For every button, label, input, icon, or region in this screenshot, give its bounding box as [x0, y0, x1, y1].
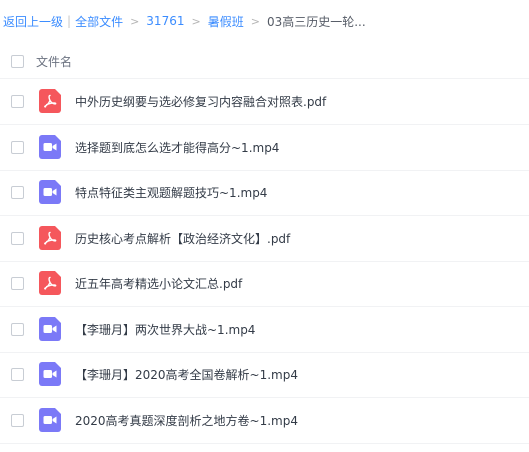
file-name[interactable]: 【李珊月】两次世界大战~1.mp4 [75, 321, 255, 338]
video-icon [39, 180, 61, 204]
breadcrumb-current: 03高三历史一轮... [266, 14, 366, 29]
video-icon [39, 134, 61, 159]
select-all-checkbox[interactable] [11, 55, 24, 68]
file-row[interactable]: 特点特征类主观题解题技巧~1.mp4 [0, 170, 529, 216]
file-row-checkbox[interactable] [11, 231, 24, 245]
back-link[interactable]: 返回上一级 [3, 13, 63, 30]
video-icon [39, 362, 61, 386]
chevron-right-icon: > [191, 14, 201, 28]
breadcrumb: 返回上一级 | 全部文件 > 31761 > 暑假班 > 03高三历史一轮... [3, 11, 366, 31]
file-row-checkbox[interactable] [11, 140, 24, 154]
breadcrumb-item-folder[interactable]: 31761 [146, 14, 184, 28]
file-row[interactable]: 【李珊月】两次世界大战~1.mp4 [0, 307, 529, 353]
file-name[interactable]: 选择题到底怎么选才能得高分~1.mp4 [75, 139, 279, 156]
file-name[interactable]: 特点特征类主观题解题技巧~1.mp4 [75, 184, 267, 201]
file-row-checkbox[interactable] [11, 413, 24, 427]
file-browser: 返回上一级 | 全部文件 > 31761 > 暑假班 > 03高三历史一轮...… [0, 0, 529, 452]
file-name[interactable]: 近五年高考精选小论文汇总.pdf [75, 275, 242, 292]
breadcrumb-divider: | [67, 14, 72, 28]
file-name[interactable]: 2020高考真题深度剖析之地方卷~1.mp4 [75, 412, 298, 429]
file-row-checkbox[interactable] [11, 95, 24, 108]
file-name[interactable]: 中外历史纲要与选必修复习内容融合对照表.pdf [75, 93, 326, 110]
video-icon [39, 407, 61, 432]
column-header-filename[interactable]: 文件名 [36, 53, 72, 70]
chevron-right-icon: > [130, 14, 140, 28]
pdf-icon [39, 271, 61, 295]
file-row[interactable]: 历史核心考点解析【政治经济文化】.pdf [0, 216, 529, 262]
file-row[interactable]: 中外历史纲要与选必修复习内容融合对照表.pdf [0, 79, 529, 125]
file-row[interactable]: 2020高考真题深度剖析之地方卷~1.mp4 [0, 398, 529, 444]
file-name[interactable]: 【李珊月】2020高考全国卷解析~1.mp4 [75, 366, 298, 383]
chevron-right-icon: > [250, 14, 260, 28]
file-row[interactable]: 【李珊月】2020高考全国卷解析~1.mp4 [0, 352, 529, 398]
file-row-checkbox[interactable] [11, 186, 24, 199]
file-row[interactable]: 近五年高考精选小论文汇总.pdf [0, 261, 529, 307]
file-row[interactable]: 选择题到底怎么选才能得高分~1.mp4 [0, 125, 529, 171]
pdf-icon [39, 89, 61, 113]
file-name[interactable]: 历史核心考点解析【政治经济文化】.pdf [75, 230, 290, 247]
file-row-checkbox[interactable] [11, 368, 24, 381]
file-row-checkbox[interactable] [11, 277, 24, 290]
breadcrumb-item-all-files[interactable]: 全部文件 [75, 13, 123, 30]
pdf-icon [39, 225, 61, 250]
breadcrumb-item-summer-class[interactable]: 暑假班 [208, 13, 244, 30]
file-list-header: 文件名 [0, 45, 529, 79]
video-icon [39, 316, 61, 341]
file-row-checkbox[interactable] [11, 322, 24, 336]
